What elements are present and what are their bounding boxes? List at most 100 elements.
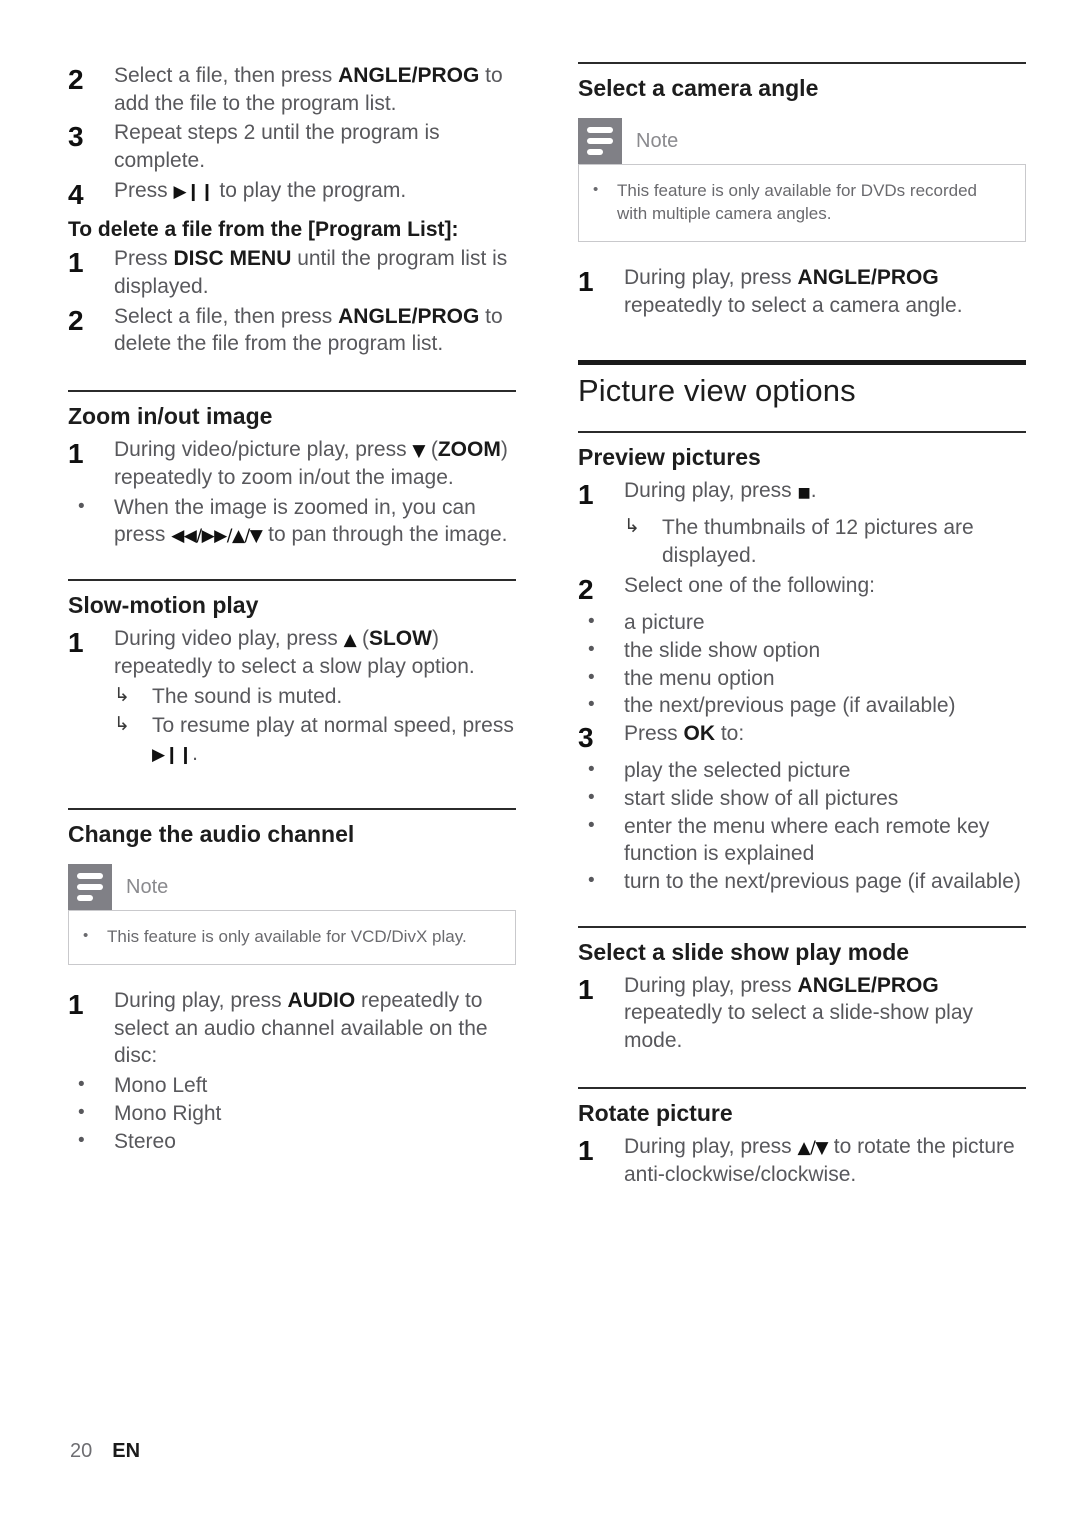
step-number: 1 (68, 988, 84, 1020)
step-text: During video/picture play, press ▼ (ZOOM… (114, 436, 516, 491)
step-item: 1 During play, press ANGLE/PROG repeated… (578, 264, 1026, 319)
bullet-icon: • (588, 786, 595, 808)
note-icon-bar (587, 149, 603, 156)
step-number: 1 (578, 973, 594, 1005)
option-label: turn to the next/previous page (if avail… (624, 869, 1021, 893)
result-arrow-icon: ↳ (624, 516, 640, 538)
ok-actions-list: • play the selected picture • start slid… (578, 757, 1026, 896)
step-text: Repeat steps 2 until the program is comp… (114, 121, 440, 173)
step-text-part: repeatedly to select a slide-show play m… (624, 1001, 974, 1053)
step-item: 2 Select one of the following: (578, 572, 1026, 607)
bullet-list: • When the image is zoomed in, you can p… (68, 494, 516, 549)
note-text: This feature is only available for VCD/D… (107, 926, 467, 946)
step-number: 2 (68, 304, 84, 336)
result-text: To resume play at normal speed, press ▶❙… (152, 712, 516, 767)
bullet-text: When the image is zoomed in, you can pre… (114, 494, 516, 549)
step-text: Press ▶❙❙ to play the program. (114, 177, 516, 205)
option-label: a picture (624, 611, 705, 635)
bullet-icon: • (588, 814, 595, 836)
arrow-down-icon: ▼ (412, 441, 425, 462)
page-number: 20 (70, 1440, 93, 1462)
right-column: Select a camera angle Note • This featur… (578, 62, 1026, 1190)
step-number: 2 (68, 64, 84, 95)
list-item: • the menu option (578, 665, 1026, 693)
step-item: 1 Press DISC MENU until the program list… (68, 245, 516, 300)
section-title-rotate-picture: Rotate picture (578, 1099, 733, 1126)
step-text: Select a file, then press ANGLE/PROG to … (114, 62, 516, 117)
list-item: • Mono Left (68, 1072, 516, 1100)
bullet-icon: • (78, 1129, 85, 1151)
step-text-part: repeatedly to select a camera angle. (624, 293, 963, 317)
section-title-audio-channel: Change the audio channel (68, 820, 355, 847)
section-title-slide-show-mode: Select a slide show play mode (578, 938, 910, 965)
up-down-arrows-icon: ▲/▼ (797, 1137, 829, 1158)
step-number: 1 (68, 627, 84, 659)
note-icon-bar (587, 127, 613, 134)
stop-icon: ■ (797, 485, 811, 502)
list-item: • Mono Right (68, 1100, 516, 1128)
step-text-part: Press (114, 247, 174, 271)
note-body: • This feature is only available for DVD… (578, 164, 1026, 243)
list-item: • When the image is zoomed in, you can p… (68, 494, 516, 549)
step-text-part: During video/picture play, press (114, 438, 413, 462)
note-header: Note (68, 863, 516, 910)
key-label: ANGLE/PROG (338, 64, 480, 87)
list-item: • play the selected picture (578, 757, 1026, 785)
step-number: 1 (578, 479, 594, 511)
step-text-part: . (810, 479, 817, 503)
option-label: the menu option (624, 666, 775, 690)
step-text-part: Select a file, then press (114, 304, 339, 328)
left-column: 2 Select a file, then press ANGLE/PROG t… (68, 62, 516, 1155)
step-item: 1 During video play, press ▲ (SLOW) repe… (68, 625, 516, 680)
arrow-up-icon: ▲ (343, 630, 357, 651)
step-text-part: Select a file, then press (114, 64, 339, 87)
list-item: • the next/previous page (if available) (578, 692, 1026, 720)
option-label: start slide show of all pictures (624, 786, 899, 810)
step-number: 2 (578, 573, 594, 605)
bullet-icon: • (588, 694, 595, 716)
step-text-part: During video play, press (114, 627, 344, 651)
note-icon-bar (77, 872, 103, 879)
key-label: AUDIO (287, 988, 356, 1012)
step-item: 2 Select a file, then press ANGLE/PROG t… (68, 62, 516, 117)
list-item: • This feature is only available for DVD… (593, 179, 1011, 225)
result-text: The thumbnails of 12 pictures are displa… (662, 516, 974, 568)
step-text-part: During play, press (624, 1134, 798, 1158)
section-divider (578, 431, 1026, 434)
bullet-icon: • (593, 181, 599, 199)
list-item: • This feature is only available for VCD… (83, 925, 501, 948)
step-item: 1 During video/picture play, press ▼ (ZO… (68, 436, 516, 491)
step-item: 3 Press OK to: (578, 720, 1026, 755)
bullet-icon: • (588, 666, 595, 688)
select-options-list: • a picture • the slide show option • th… (578, 609, 1026, 720)
result-arrow-icon: ↳ (114, 684, 130, 706)
step-item: 3 Repeat steps 2 until the program is co… (68, 119, 516, 174)
step-item: 1 During play, press AUDIO repeatedly to… (68, 987, 516, 1070)
play-pause-icon: ▶❙❙ (152, 745, 193, 766)
step-text: During play, press ▲/▼ to rotate the pic… (624, 1133, 1026, 1188)
bullet-icon: • (588, 759, 595, 781)
step-number: 3 (68, 121, 84, 153)
section-divider (578, 925, 1026, 928)
pan-arrows-icon: ◀◀/▶▶/▲/▼ (171, 526, 263, 547)
key-label: ANGLE/PROG (797, 266, 939, 290)
note-icon (68, 863, 112, 910)
step-number: 4 (68, 178, 84, 210)
list-item: • turn to the next/previous page (if ava… (578, 868, 1026, 896)
result-text-part: To resume play at normal speed, press (152, 714, 514, 738)
bullet-icon: • (78, 495, 85, 517)
note-header: Note (578, 118, 1026, 165)
note-label: Note (636, 130, 679, 153)
result-item: ↳ The sound is muted. (114, 683, 516, 711)
bullet-icon: • (588, 869, 595, 891)
step-text: During play, press ANGLE/PROG repeatedly… (624, 264, 1026, 319)
list-item: • enter the menu where each remote key f… (578, 813, 1026, 868)
note-box: Note • This feature is only available fo… (68, 863, 516, 965)
result-text-part: . (192, 742, 198, 766)
